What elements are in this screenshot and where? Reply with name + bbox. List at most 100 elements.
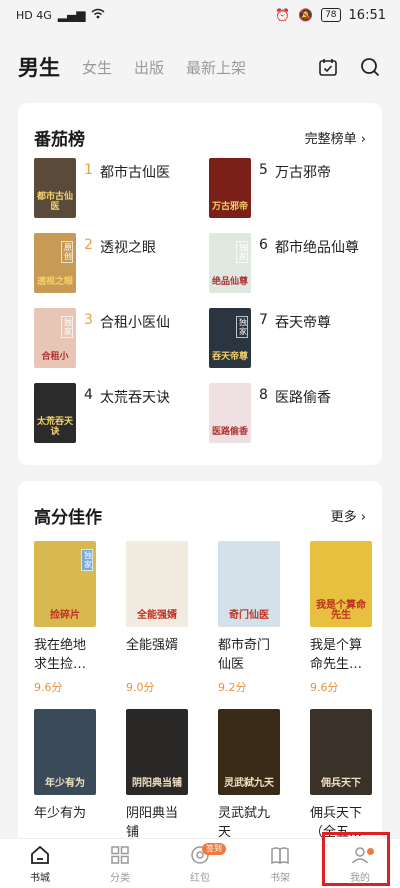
book-item[interactable]: 灵武弑九天 灵武弑九天 [218,709,280,842]
rank-number: 2 [84,237,93,253]
signal-icon: ▂▄▆ [57,8,86,22]
book-cover: 医路偷香 [209,383,251,443]
highlight-box [322,832,390,886]
rank-item[interactable]: 医路偷香 8 医路偷香 [209,383,374,445]
nav-label: 书城 [30,872,50,884]
rank-number: 1 [84,162,93,178]
tab-male[interactable]: 男生 [18,52,60,82]
cover-title: 奇门仙医 [229,610,269,621]
cover-title: 透视之眼 [37,277,74,287]
rank-item[interactable]: 合租小 独家 3 合租小医仙 [34,308,199,370]
rank-book-name: 透视之眼 [100,240,156,256]
book-item[interactable]: 年少有为 年少有为 [34,709,96,842]
wifi-icon [91,8,105,22]
grid-icon [109,844,131,866]
cover-title: 佣兵天下 [321,778,361,789]
rank-book-name: 医路偷香 [275,390,331,406]
battery-indicator: 78 [321,8,341,22]
cover-title: 吞天帝尊 [212,352,249,362]
checkin-badge: 签到 [202,843,226,855]
book-cover: 透视之眼 原创 [34,233,76,293]
book-score: 9.6分 [34,681,63,694]
book-title: 我是个算命先生… [310,638,363,672]
rank-book-name: 合租小医仙 [100,315,170,331]
cover-title: 全能强婿 [137,610,177,621]
rank-number: 3 [84,312,93,328]
tab-publish[interactable]: 出版 [134,57,164,78]
calendar-check-icon[interactable] [316,55,340,79]
cover-title: 阴阳典当铺 [132,778,182,789]
high-score-title: 高分佳作 [34,508,102,528]
book-title: 都市奇门仙医 [218,638,271,672]
nav-bookshelf[interactable]: 书架 [240,839,320,888]
rank-number: 6 [259,237,268,253]
book-score: 9.0分 [126,681,155,694]
rank-book-name: 万古邪帝 [275,165,331,181]
book-cover: 奇门仙医 [218,541,280,627]
book-cover: 绝品仙尊 独家 [209,233,251,293]
book-item[interactable]: 阴阳典当铺 阴阳典当铺 [126,709,188,842]
book-title: 我在绝地求生捡… [34,638,87,672]
rank-item[interactable]: 太荒吞天诀 4 太荒吞天诀 [34,383,199,445]
ranking-card: 番茄榜 完整榜单 › 都市古仙医 1 都市古仙医 万古邪帝 5 万古邪帝 透视之眼 原创 2 透视… [18,103,382,465]
rank-item[interactable]: 绝品仙尊 独家 6 都市绝品仙尊 [209,233,374,295]
rank-number: 7 [259,312,268,328]
rank-item[interactable]: 万古邪帝 5 万古邪帝 [209,158,374,220]
tab-new-arrivals[interactable]: 最新上架 [186,57,246,78]
cover-title: 年少有为 [45,778,85,789]
clock: 16:51 [348,7,386,23]
rank-book-name: 太荒吞天诀 [100,390,170,406]
book-item[interactable]: 我是个算命先生 我是个算命先生… 9.6分 [310,541,372,695]
rank-number: 8 [259,387,268,403]
nav-label: 书架 [270,872,290,884]
book-item[interactable]: 捡碎片 独家我在绝地求生捡… 9.6分 [34,541,96,695]
status-bar: HD 4G ▂▄▆ ⏰ 🔕 78 16:51 [0,0,400,30]
cover-title: 都市古仙医 [37,192,74,212]
book-cover: 年少有为 [34,709,96,795]
tab-female[interactable]: 女生 [82,57,112,78]
cover-title: 万古邪帝 [212,202,249,212]
cover-title: 绝品仙尊 [212,277,249,287]
book-item[interactable]: 全能强婿 全能强婿 9.0分 [126,541,188,695]
rank-item[interactable]: 透视之眼 原创 2 透视之眼 [34,233,199,295]
rank-item[interactable]: 都市古仙医 1 都市古仙医 [34,158,199,220]
search-icon[interactable] [358,55,382,79]
book-cover: 合租小 独家 [34,308,76,368]
alarm-icon: ⏰ [275,8,291,22]
book-item[interactable]: 奇门仙医都市奇门仙医 9.2分 [218,541,280,695]
nav-red-packet[interactable]: 签到 红包 [160,839,240,888]
nav-category[interactable]: 分类 [80,839,160,888]
nav-label: 红包 [190,872,210,884]
rank-number: 5 [259,162,268,178]
book-cover: 太荒吞天诀 [34,383,76,443]
full-ranking-link[interactable]: 完整榜单 › [305,128,366,147]
book-cover: 都市古仙医 [34,158,76,218]
book-title: 全能强婿 [126,638,179,653]
nav-bookstore[interactable]: 书城 [0,839,80,888]
cover-title: 我是个算命先生 [316,600,366,621]
book-item[interactable]: 佣兵天下 佣兵天下（全五… [310,709,372,842]
cover-tag: 独家 [236,316,248,338]
book-title: 年少有为 [34,806,87,821]
cover-tag: 独家 [236,241,248,263]
rank-item[interactable]: 吞天帝尊 独家 7 吞天帝尊 [209,308,374,370]
network-indicator: HD 4G [16,8,52,22]
book-icon [269,844,291,866]
cover-tag: 独家 [61,316,73,338]
cover-title: 合租小 [41,352,69,362]
book-cover: 捡碎片 独家 [34,541,96,627]
book-cover: 灵武弑九天 [218,709,280,795]
nav-label: 分类 [110,872,130,884]
mute-icon: 🔕 [298,8,314,22]
rank-book-name: 吞天帝尊 [275,315,331,331]
top-header: 男生 女生 出版 最新上架 [0,44,400,90]
book-cover: 全能强婿 [126,541,188,627]
cover-title: 灵武弑九天 [224,778,274,789]
cover-tag: 原创 [61,241,73,263]
cover-title: 捡碎片 [50,610,80,621]
cover-tag: 独家 [81,549,93,571]
more-link[interactable]: 更多 › [331,506,366,525]
book-cover: 我是个算命先生 [310,541,372,627]
book-score: 9.2分 [218,681,247,694]
book-title: 灵武弑九天 [218,806,271,840]
